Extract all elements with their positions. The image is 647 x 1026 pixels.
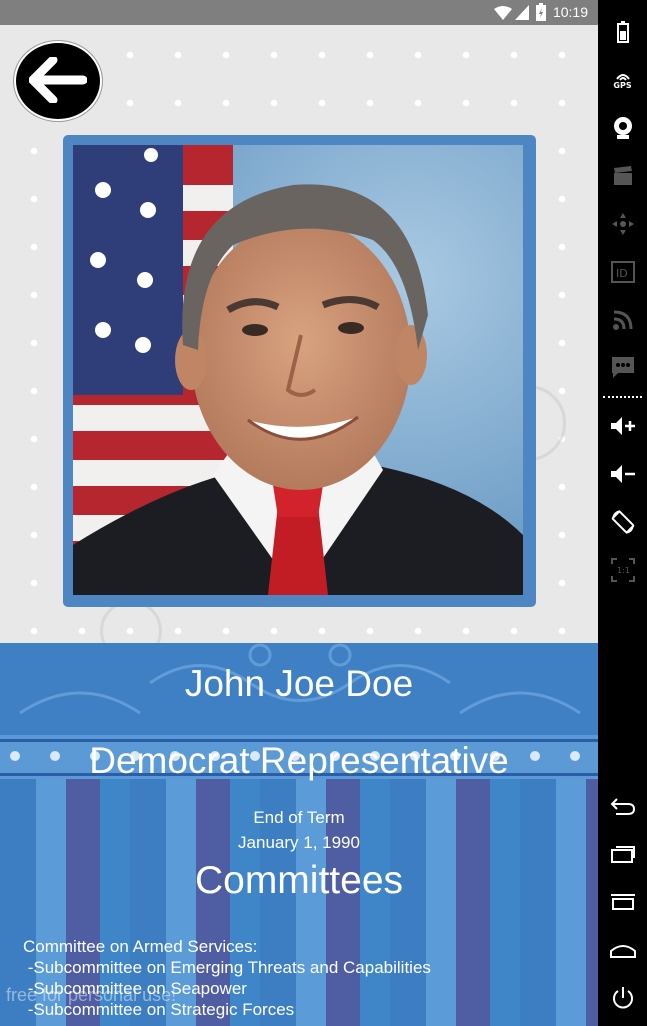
- signal-icon: [515, 5, 529, 20]
- gps-button[interactable]: GPS: [598, 60, 647, 100]
- device-id-button[interactable]: ID: [598, 252, 647, 292]
- rotate-button[interactable]: [598, 502, 647, 542]
- volume-up-icon: [610, 417, 635, 435]
- nav-back-button[interactable]: [598, 786, 647, 826]
- portrait-illustration: [73, 145, 523, 595]
- recents-button[interactable]: [598, 834, 647, 874]
- scale-icon: 1:1: [610, 558, 635, 582]
- info-panel: John Joe Doe Democrat Representative End…: [0, 643, 598, 1026]
- camera-icon: [613, 117, 632, 139]
- scale-label: 1:1: [617, 566, 630, 575]
- network-button[interactable]: [598, 300, 647, 340]
- list-item: Committee on Armed Services:: [23, 937, 258, 956]
- recents-icon: [610, 846, 635, 863]
- battery-button[interactable]: [598, 12, 647, 52]
- power-button[interactable]: [598, 978, 647, 1018]
- menu-icon: [610, 894, 635, 910]
- watermark: free for personal use!: [6, 985, 177, 1005]
- portrait-photo: [73, 145, 523, 595]
- sms-button[interactable]: [598, 348, 647, 388]
- back-button[interactable]: [14, 41, 102, 121]
- committee-list: Committee on Armed Services: -Subcommitt…: [23, 936, 431, 1020]
- power-icon: [612, 987, 633, 1009]
- list-item: -Subcommittee on Emerging Threats and Ca…: [23, 958, 431, 977]
- volume-down-button[interactable]: [598, 454, 647, 494]
- clapper-icon: [613, 166, 632, 185]
- volume-down-icon: [610, 465, 635, 483]
- app-content: John Joe Doe Democrat Representative End…: [0, 25, 598, 1026]
- volume-up-button[interactable]: [598, 406, 647, 446]
- emulator-toolbar: GPS ID 1:1: [598, 0, 647, 1026]
- camera-button[interactable]: [598, 108, 647, 148]
- id-icon: ID: [610, 261, 635, 283]
- media-button[interactable]: [598, 156, 647, 196]
- status-bar: 10:19: [0, 0, 598, 25]
- menu-button[interactable]: [598, 882, 647, 922]
- representative-role: Democrat Representative: [89, 740, 509, 781]
- svg-text:ID: ID: [616, 267, 628, 280]
- sms-icon: [611, 357, 634, 378]
- scale-button[interactable]: 1:1: [598, 550, 647, 590]
- rotate-icon: [611, 510, 634, 534]
- committees-heading: Committees: [194, 859, 404, 902]
- term-label: End of Term: [253, 808, 345, 827]
- portrait-frame: [63, 135, 536, 607]
- wifi-icon: [494, 6, 512, 20]
- battery-icon: [616, 21, 629, 43]
- dpad-icon: [611, 213, 634, 235]
- term-date: January 1, 1990: [238, 833, 360, 852]
- rss-icon: [612, 310, 632, 330]
- home-icon: [609, 945, 636, 958]
- nav-back-icon: [610, 798, 635, 815]
- representative-name: John Joe Doe: [184, 663, 414, 704]
- back-arrow-icon: [29, 57, 87, 103]
- status-time: 10:19: [552, 4, 588, 20]
- dpad-button[interactable]: [598, 204, 647, 244]
- home-button[interactable]: [598, 930, 647, 970]
- gps-label: GPS: [613, 80, 632, 90]
- battery-charging-icon: [536, 3, 546, 21]
- gps-icon: [615, 73, 630, 81]
